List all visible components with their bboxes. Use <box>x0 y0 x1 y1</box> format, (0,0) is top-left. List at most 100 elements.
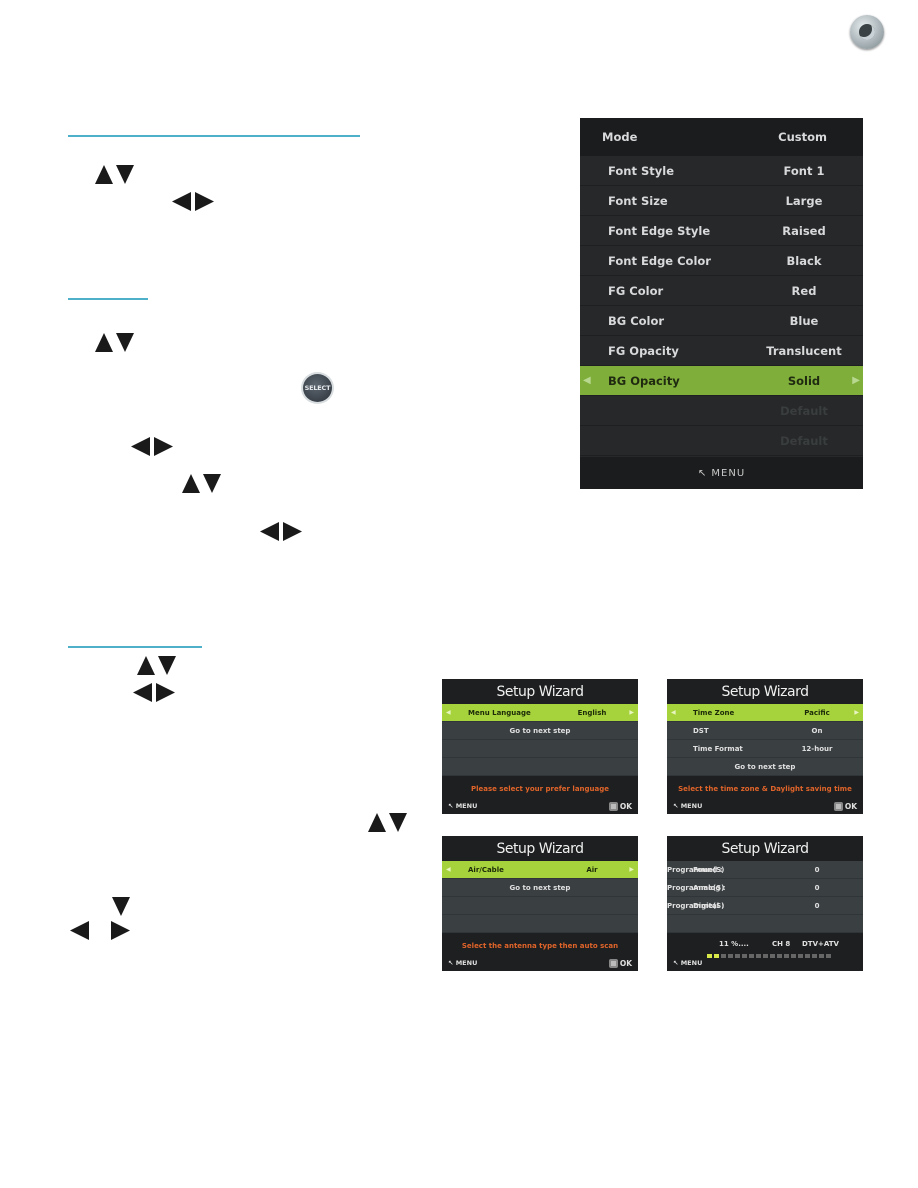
back-icon: ↖ <box>448 802 456 810</box>
menu-row: Font Edge Style Raised <box>580 216 863 246</box>
menu-row: BG Color Blue <box>580 306 863 336</box>
wizard-footer: Please select your prefer language ↖ MEN… <box>442 776 638 814</box>
wizard-title: Setup Wizard <box>442 836 638 861</box>
mode-value: Custom <box>778 130 827 144</box>
progress-segment <box>756 954 761 958</box>
scan-progress-bar <box>707 954 831 958</box>
progress-segment <box>735 954 740 958</box>
left-arrow-icon <box>70 921 89 940</box>
right-arrow-icon: ▶ <box>854 709 859 716</box>
progress-segment <box>777 954 782 958</box>
menu-row: Font Edge Color Black <box>580 246 863 276</box>
wizard-title: Setup Wizard <box>442 679 638 704</box>
wizard-row: Go to next step <box>667 758 863 776</box>
progress-segment <box>749 954 754 958</box>
ok-button-icon <box>608 802 618 811</box>
wizard-row-selected: ◀ Menu Language English ▶ <box>442 704 638 722</box>
progress-segment <box>826 954 831 958</box>
scan-progress-text: 11 %.... <box>719 940 749 948</box>
wizard-row: Go to next step <box>442 722 638 740</box>
progress-segment <box>798 954 803 958</box>
progress-segment <box>728 954 733 958</box>
menu-row: FG Color Red <box>580 276 863 306</box>
up-down-arrows-icon <box>95 333 134 352</box>
progress-segment <box>770 954 775 958</box>
progress-segment <box>763 954 768 958</box>
wizard-row <box>442 758 638 776</box>
menu-row-disabled: Default <box>580 396 863 426</box>
up-down-arrows-icon <box>95 165 134 184</box>
left-right-arrows-icon <box>133 683 175 702</box>
back-icon: ↖ <box>448 959 456 967</box>
select-button-icon: SELECT <box>303 374 332 402</box>
left-arrow-icon: ◀ <box>446 709 451 716</box>
closed-caption-menu-screen: Mode Custom Font Style Font 1 Font Size La… <box>580 118 863 489</box>
progress-segment <box>812 954 817 958</box>
wizard-row <box>442 897 638 915</box>
menu-row-disabled: Default <box>580 426 863 456</box>
menu-row: Font Style Font 1 <box>580 156 863 186</box>
left-right-arrows-icon <box>260 522 302 541</box>
progress-segment <box>791 954 796 958</box>
right-arrow-icon: ▶ <box>629 866 634 873</box>
menu-row-selected: ◀ BG Opacity Solid ▶ <box>580 366 863 396</box>
wizard-row <box>442 740 638 758</box>
up-down-arrows-icon <box>137 656 176 675</box>
ok-hint: OK <box>833 802 857 811</box>
menu-row: FG Opacity Translucent <box>580 336 863 366</box>
left-arrow-icon: ◀ <box>446 866 451 873</box>
left-right-arrows-icon <box>131 437 173 456</box>
setup-wizard-time-screen: Setup Wizard ◀ Time Zone Pacific ▶ DST On Ti… <box>667 679 863 814</box>
section-heading-underline <box>68 298 148 300</box>
scan-channel: CH 8 <box>772 940 791 948</box>
left-arrow-icon: ◀ <box>583 375 591 386</box>
up-down-arrows-icon <box>368 813 407 832</box>
progress-segment <box>707 954 712 958</box>
wizard-footer: Select the time zone & Daylight saving t… <box>667 776 863 814</box>
wizard-row <box>442 915 638 933</box>
section-heading-underline <box>68 135 360 137</box>
back-icon: ↖ <box>673 802 681 810</box>
wizard-row-selected: ◀ Air/Cable Air ▶ <box>442 861 638 879</box>
progress-segment <box>819 954 824 958</box>
progress-segment <box>714 954 719 958</box>
right-arrow-icon: ▶ <box>852 375 860 386</box>
mode-label: Mode <box>602 130 638 144</box>
progress-segment <box>721 954 726 958</box>
scan-row: Found :0 Programme(S) <box>667 861 863 879</box>
right-arrow-icon <box>111 921 130 940</box>
setup-wizard-scan-screen: Setup Wizard Found :0 Programme(S) Analog… <box>667 836 863 971</box>
menu-hint: ↖ MENU <box>673 802 703 810</box>
left-arrow-icon: ◀ <box>671 709 676 716</box>
back-icon: ↖ <box>673 959 681 967</box>
ok-hint: OK <box>608 959 632 968</box>
menu-hint: ↖ MENU <box>448 959 478 967</box>
menu-hint: ↖ MENU <box>673 959 703 967</box>
wizard-footer: Select the antenna type then auto scan ↖… <box>442 933 638 971</box>
wizard-row: Time Format 12-hour <box>667 740 863 758</box>
ok-hint: OK <box>608 802 632 811</box>
menu-hint: ↖ MENU <box>448 802 478 810</box>
right-arrow-icon: ▶ <box>629 709 634 716</box>
down-arrow-icon <box>112 897 130 916</box>
up-down-arrows-icon <box>182 474 221 493</box>
setup-wizard-antenna-screen: Setup Wizard ◀ Air/Cable Air ▶ Go to next s… <box>442 836 638 971</box>
setup-wizard-language-screen: Setup Wizard ◀ Menu Language English ▶ Go t… <box>442 679 638 814</box>
scan-type: DTV+ATV <box>802 940 839 948</box>
wizard-footer: 11 %.... CH 8 DTV+ATV ↖ MENU <box>667 933 863 971</box>
wizard-title: Setup Wizard <box>667 679 863 704</box>
wizard-row: Go to next step <box>442 879 638 897</box>
wizard-row <box>667 915 863 933</box>
section-heading-underline <box>68 646 202 648</box>
ok-button-icon <box>833 802 843 811</box>
ok-button-icon <box>608 959 618 968</box>
wizard-row-selected: ◀ Time Zone Pacific ▶ <box>667 704 863 722</box>
wizard-title: Setup Wizard <box>667 836 863 861</box>
progress-segment <box>784 954 789 958</box>
progress-segment <box>805 954 810 958</box>
wizard-row: DST On <box>667 722 863 740</box>
menu-row: Font Size Large <box>580 186 863 216</box>
back-icon: ↖ <box>697 467 712 479</box>
scan-row: Digital :0 Programme(S) <box>667 897 863 915</box>
left-right-arrows-icon <box>172 192 214 211</box>
